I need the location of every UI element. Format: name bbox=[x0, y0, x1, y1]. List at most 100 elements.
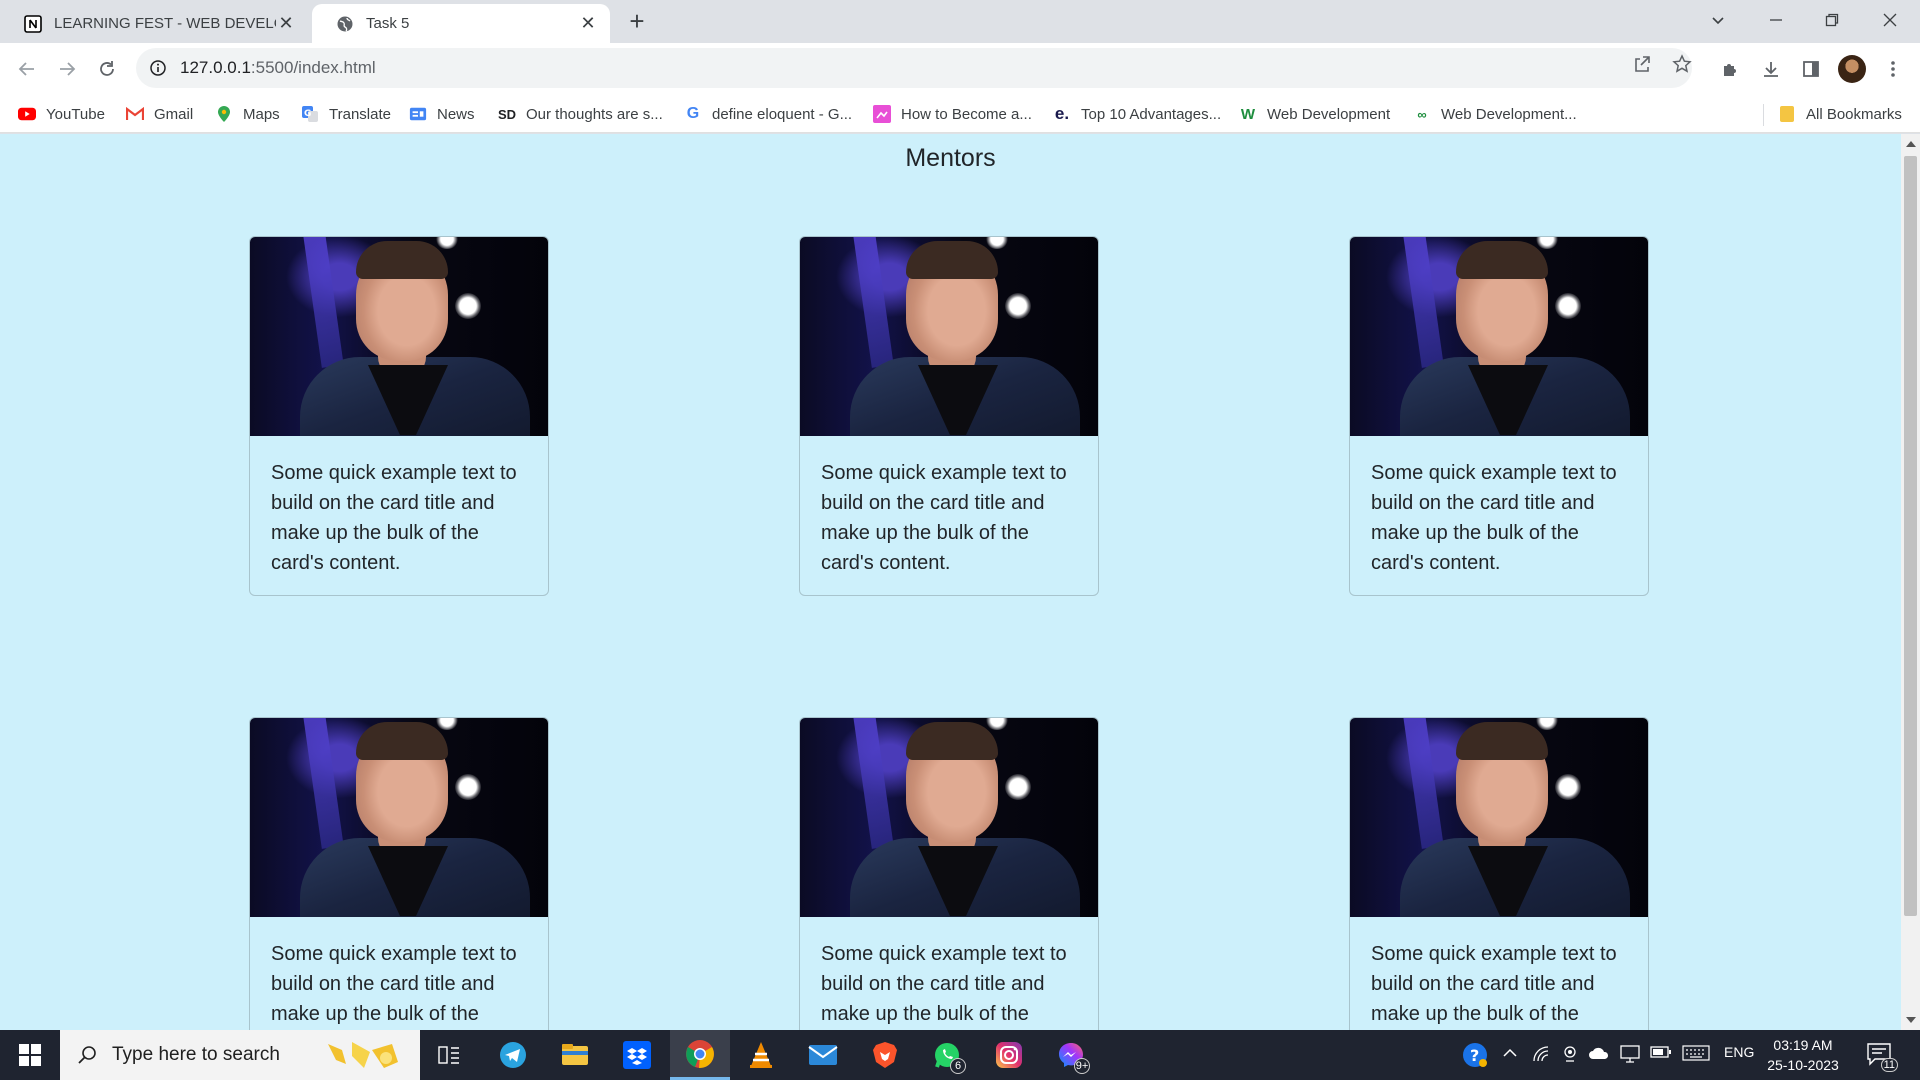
messenger-icon[interactable]: 9+ bbox=[1044, 1030, 1098, 1080]
browser-toolbar: 127.0.0.1:5500/index.html bbox=[0, 43, 1920, 95]
minimize-icon[interactable] bbox=[1748, 0, 1804, 40]
bookmark-label: Web Development bbox=[1267, 105, 1391, 123]
star-bookmark-icon[interactable] bbox=[1671, 53, 1693, 75]
svg-text:G: G bbox=[304, 109, 311, 119]
vlc-icon[interactable] bbox=[734, 1030, 788, 1080]
download-icon[interactable] bbox=[1758, 56, 1784, 82]
notification-center-icon[interactable]: 11 bbox=[1866, 1042, 1898, 1072]
show-hidden-icons-chevron-icon[interactable] bbox=[1502, 1045, 1518, 1061]
card-text: Some quick example text to build on the … bbox=[821, 943, 1067, 1025]
network-icon[interactable] bbox=[1532, 1045, 1550, 1063]
mentor-photo bbox=[250, 237, 548, 436]
bookmark-label: News bbox=[437, 105, 475, 123]
reload-icon[interactable] bbox=[90, 52, 124, 86]
address-bar[interactable]: 127.0.0.1:5500/index.html bbox=[136, 48, 1692, 88]
profile-avatar[interactable] bbox=[1838, 55, 1866, 83]
share-icon[interactable] bbox=[1631, 53, 1653, 75]
bookmark-news[interactable]: News bbox=[409, 101, 475, 127]
url-text: 127.0.0.1:5500/index.html bbox=[180, 58, 376, 78]
chrome-icon[interactable] bbox=[670, 1030, 730, 1080]
card-text: Some quick example text to build on the … bbox=[271, 943, 517, 1025]
youtube-icon bbox=[18, 105, 36, 123]
bookmark-gmail[interactable]: Gmail bbox=[126, 101, 193, 127]
card-text: Some quick example text to build on the … bbox=[1371, 462, 1617, 574]
mail-icon[interactable] bbox=[796, 1030, 850, 1080]
clock-date: 25-10-2023 bbox=[1767, 1057, 1839, 1073]
bookmark-define-eloquent[interactable]: G define eloquent - G... bbox=[684, 101, 852, 127]
tab-task-5[interactable]: Task 5 ✕ bbox=[312, 4, 610, 43]
page-viewport: Mentors Some quick example text to build… bbox=[0, 134, 1901, 1030]
site-info-icon[interactable] bbox=[148, 58, 168, 78]
bookmark-icon bbox=[873, 105, 891, 123]
kebab-menu-icon[interactable] bbox=[1880, 56, 1906, 82]
notion-icon bbox=[24, 14, 42, 33]
whatsapp-badge: 6 bbox=[950, 1058, 966, 1074]
card-text: Some quick example text to build on the … bbox=[271, 462, 517, 574]
mentor-photo bbox=[800, 718, 1098, 917]
webcam-icon[interactable] bbox=[1562, 1045, 1578, 1063]
mentor-photo bbox=[1350, 237, 1648, 436]
forward-arrow-icon[interactable] bbox=[50, 52, 84, 86]
display-icon[interactable] bbox=[1620, 1045, 1640, 1063]
bookmark-label: Web Development... bbox=[1441, 105, 1577, 123]
bookmark-label: How to Become a... bbox=[901, 105, 1032, 123]
help-icon[interactable]: ? bbox=[1462, 1042, 1488, 1068]
side-panel-icon[interactable] bbox=[1798, 56, 1824, 82]
all-bookmarks-folder[interactable]: All Bookmarks bbox=[1778, 101, 1902, 127]
scrollbar-thumb[interactable] bbox=[1904, 156, 1917, 916]
bookmark-how-to-become[interactable]: How to Become a... bbox=[873, 101, 1032, 127]
bookmark-youtube[interactable]: YouTube bbox=[18, 101, 105, 127]
bookmark-label: Translate bbox=[329, 105, 391, 123]
search-icon bbox=[76, 1044, 98, 1066]
bookmark-translate[interactable]: G Translate bbox=[301, 101, 391, 127]
language-indicator[interactable]: ENG bbox=[1724, 1044, 1754, 1060]
windows-taskbar: Type here to search 6 9+ ? ENG 03:19 AM … bbox=[0, 1030, 1920, 1080]
clock-time: 03:19 AM bbox=[1773, 1037, 1833, 1053]
bookmark-label: Our thoughts are s... bbox=[526, 105, 663, 123]
extensions-puzzle-icon[interactable] bbox=[1718, 56, 1744, 82]
scroll-down-arrow-icon[interactable] bbox=[1906, 1017, 1916, 1023]
bookmark-label: Maps bbox=[243, 105, 280, 123]
file-explorer-icon[interactable] bbox=[548, 1030, 602, 1080]
system-clock[interactable]: 03:19 AM 25-10-2023 bbox=[1762, 1035, 1844, 1075]
task-view-icon[interactable] bbox=[422, 1030, 476, 1080]
battery-icon[interactable] bbox=[1650, 1045, 1672, 1059]
tab-strip: LEARNING FEST - WEB DEVELOP ✕ Task 5 ✕ + bbox=[0, 0, 1920, 43]
url-host: 127.0.0.1 bbox=[180, 58, 251, 77]
brave-icon[interactable] bbox=[858, 1030, 912, 1080]
maps-icon bbox=[215, 105, 233, 123]
bookmark-top-10[interactable]: e. Top 10 Advantages... bbox=[1053, 101, 1221, 127]
onedrive-icon[interactable] bbox=[1588, 1045, 1610, 1061]
taskbar-search-box[interactable]: Type here to search bbox=[60, 1030, 420, 1080]
messenger-badge: 9+ bbox=[1074, 1058, 1090, 1074]
keyboard-icon[interactable] bbox=[1682, 1045, 1710, 1061]
new-tab-button[interactable]: + bbox=[622, 6, 652, 36]
scroll-up-arrow-icon[interactable] bbox=[1906, 141, 1916, 147]
dropbox-icon[interactable] bbox=[610, 1030, 664, 1080]
mentor-photo bbox=[800, 237, 1098, 436]
telegram-icon[interactable] bbox=[486, 1030, 540, 1080]
back-arrow-icon[interactable] bbox=[10, 52, 44, 86]
whatsapp-icon[interactable]: 6 bbox=[920, 1030, 974, 1080]
bookmark-web-development-2[interactable]: ∞ Web Development... bbox=[1413, 101, 1577, 127]
news-icon bbox=[409, 105, 427, 123]
restore-icon[interactable] bbox=[1804, 0, 1860, 40]
close-window-icon[interactable] bbox=[1862, 0, 1918, 40]
instagram-icon[interactable] bbox=[982, 1030, 1036, 1080]
close-tab-icon[interactable]: ✕ bbox=[276, 13, 296, 34]
close-tab-icon[interactable]: ✕ bbox=[578, 13, 598, 34]
globe-icon bbox=[336, 15, 354, 33]
bookmark-maps[interactable]: Maps bbox=[215, 101, 280, 127]
bookmark-label: Top 10 Advantages... bbox=[1081, 105, 1222, 123]
mentor-card: Some quick example text to build on the … bbox=[799, 236, 1099, 596]
sd-icon: SD bbox=[497, 106, 517, 122]
tab-learning-fest[interactable]: LEARNING FEST - WEB DEVELOP ✕ bbox=[0, 4, 308, 43]
folder-icon bbox=[1778, 105, 1796, 123]
mentor-card: Some quick example text to build on the … bbox=[1349, 717, 1649, 1030]
bookmark-web-development[interactable]: W Web Development bbox=[1239, 101, 1390, 127]
windows-start-icon[interactable] bbox=[0, 1030, 60, 1080]
page-scrollbar[interactable] bbox=[1901, 134, 1920, 1030]
bookmark-our-thoughts[interactable]: SD Our thoughts are s... bbox=[498, 101, 663, 127]
tab-search-chevron-icon[interactable] bbox=[1690, 0, 1746, 40]
tab-title: Task 5 bbox=[366, 15, 410, 32]
